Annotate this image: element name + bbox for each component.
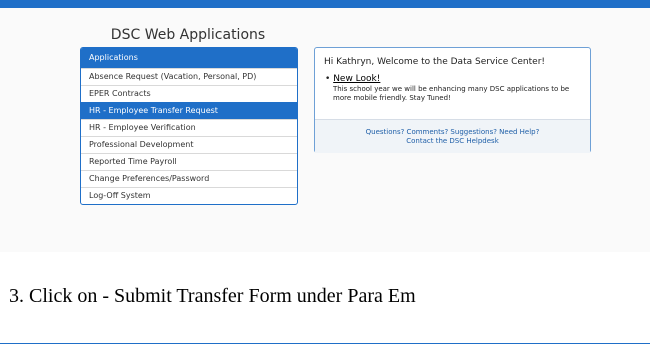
- welcome-body: Hi Kathryn, Welcome to the Data Service …: [315, 48, 590, 118]
- menu-item-hr-employee-verification[interactable]: HR - Employee Verification: [81, 119, 297, 136]
- menu-item-absence-request[interactable]: Absence Request (Vacation, Personal, PD): [81, 68, 297, 85]
- bullet-icon: •: [325, 74, 331, 84]
- menu-item-reported-time-payroll[interactable]: Reported Time Payroll: [81, 153, 297, 170]
- help-question-link[interactable]: Questions? Comments? Suggestions? Need H…: [315, 128, 590, 137]
- instruction-text: 3. Click on - Submit Transfer Form under…: [9, 285, 416, 307]
- welcome-panel: Hi Kathryn, Welcome to the Data Service …: [314, 47, 591, 153]
- applications-header: Applications: [81, 48, 297, 68]
- menu-item-change-preferences-password[interactable]: Change Preferences/Password: [81, 170, 297, 187]
- applications-panel: Applications Absence Request (Vacation, …: [80, 47, 298, 205]
- menu-item-log-off-system[interactable]: Log-Off System: [81, 187, 297, 204]
- news-title-link[interactable]: New Look!: [333, 74, 380, 84]
- divider: [0, 343, 650, 344]
- top-bar: [0, 0, 650, 8]
- welcome-greeting: Hi Kathryn, Welcome to the Data Service …: [324, 57, 546, 67]
- menu-item-hr-employee-transfer-request[interactable]: HR - Employee Transfer Request: [81, 102, 297, 119]
- menu-item-professional-development[interactable]: Professional Development: [81, 136, 297, 153]
- contact-helpdesk-link[interactable]: Contact the DSC Helpdesk: [315, 137, 590, 146]
- news-item: • New Look!: [325, 74, 380, 84]
- menu-item-eper-contracts[interactable]: EPER Contracts: [81, 85, 297, 102]
- news-description: This school year we will be enhancing ma…: [333, 85, 570, 102]
- page-title: DSC Web Applications: [110, 27, 266, 43]
- help-footer: Questions? Comments? Suggestions? Need H…: [315, 119, 590, 153]
